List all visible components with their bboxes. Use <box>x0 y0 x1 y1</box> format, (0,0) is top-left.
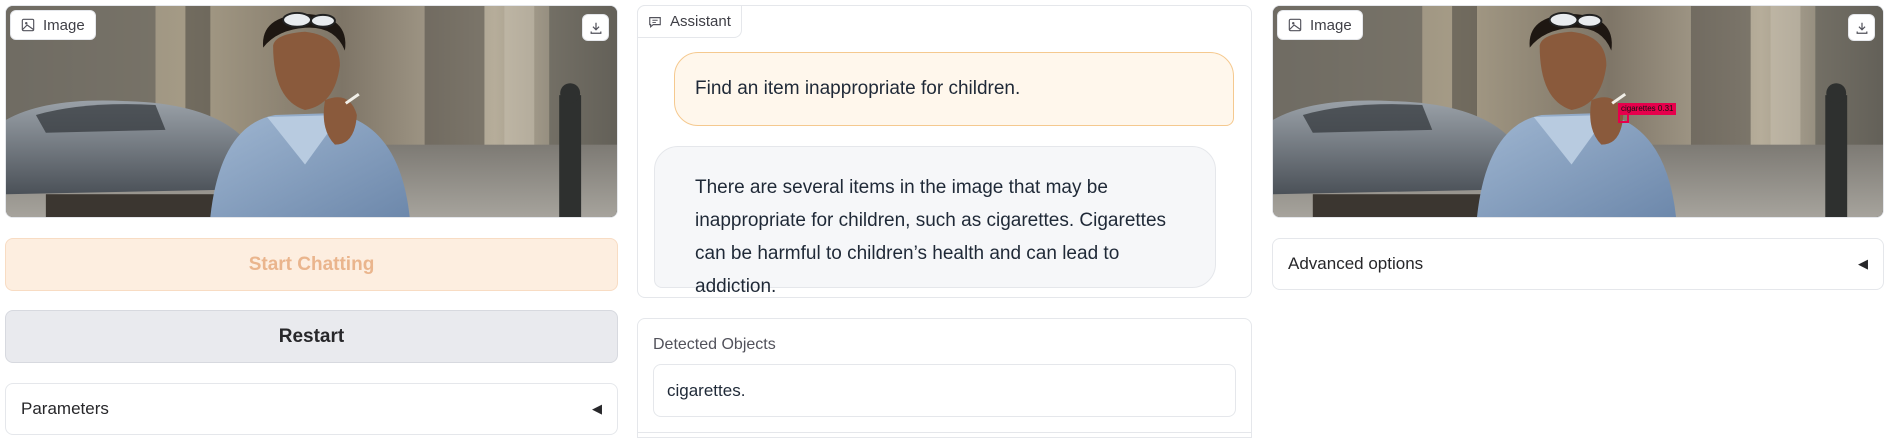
detection-tag: cigarettes 0.31 <box>1618 103 1677 115</box>
chatbot-panel: Assistant Find an item inappropriate for… <box>637 5 1252 298</box>
output-image-panel[interactable]: cigarettes 0.31 Image <box>1272 5 1884 218</box>
parameters-accordion[interactable]: Parameters ◀ <box>5 383 618 435</box>
image-label-tag: Image <box>1277 10 1363 40</box>
detected-objects-field[interactable]: cigarettes. <box>653 364 1236 417</box>
start-chatting-button[interactable]: Start Chatting <box>5 238 618 291</box>
download-icon <box>1856 22 1867 34</box>
image-icon <box>21 18 35 32</box>
chatbot-label-tag: Assistant <box>637 5 742 38</box>
left-column: Image Start Chatting Restart Parameters … <box>5 0 618 435</box>
download-button[interactable] <box>1848 14 1875 41</box>
image-label-text: Image <box>1310 16 1352 34</box>
user-message: Find an item inappropriate for children. <box>674 52 1234 126</box>
right-column: cigarettes 0.31 Image Advanced options ◀ <box>1272 0 1884 290</box>
detected-objects-panel: Detected Objects cigarettes. <box>637 318 1252 438</box>
restart-button[interactable]: Restart <box>5 310 618 363</box>
download-button[interactable] <box>582 14 609 41</box>
middle-column: Assistant Find an item inappropriate for… <box>637 0 1252 438</box>
detected-objects-label: Detected Objects <box>653 336 776 353</box>
caret-left-icon: ◀ <box>592 401 602 416</box>
input-photo <box>6 6 617 217</box>
output-photo <box>1273 6 1883 217</box>
image-label-text: Image <box>43 16 85 34</box>
divider <box>638 432 1251 433</box>
advanced-options-accordion[interactable]: Advanced options ◀ <box>1272 238 1884 290</box>
download-icon <box>590 22 601 34</box>
advanced-options-label: Advanced options <box>1288 254 1424 273</box>
assistant-message: There are several items in the image tha… <box>654 146 1216 297</box>
parameters-label: Parameters <box>21 399 109 418</box>
caret-left-icon: ◀ <box>1858 256 1868 271</box>
image-label-tag: Image <box>10 10 96 40</box>
chat-icon <box>649 16 661 28</box>
chatbot-label-text: Assistant <box>670 13 731 30</box>
image-icon <box>1288 18 1302 32</box>
input-image-panel[interactable]: Image <box>5 5 618 218</box>
